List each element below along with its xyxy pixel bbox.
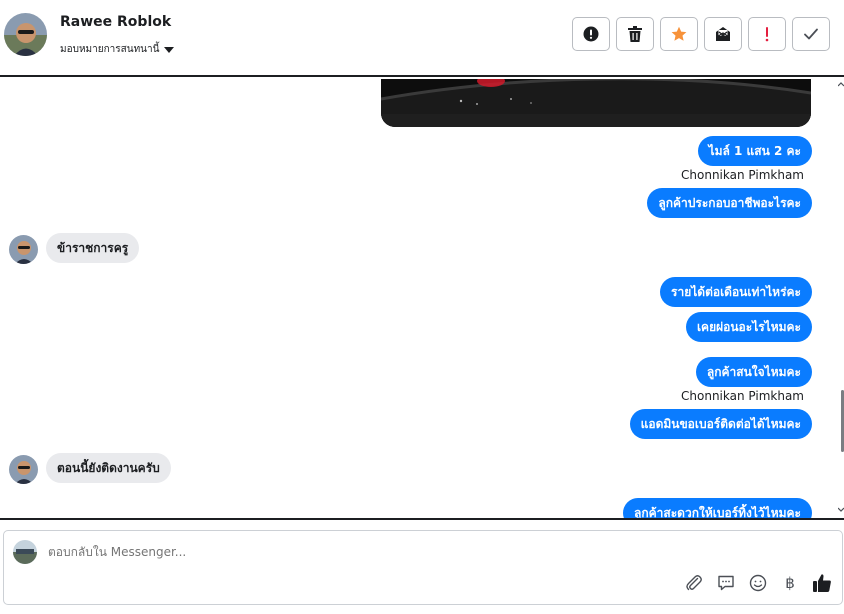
archive-inbox-icon	[716, 27, 730, 41]
star-icon	[671, 26, 687, 41]
baht-icon: ฿	[785, 574, 795, 592]
incoming-message: ข้าราชการครู	[46, 233, 140, 263]
move-to-inbox-button[interactable]	[704, 17, 742, 51]
outgoing-message: เคยผ่อนอะไรไหมคะ	[685, 312, 812, 342]
divider	[0, 518, 844, 520]
contact-avatar-small	[9, 235, 38, 264]
contact-avatar[interactable]	[4, 13, 47, 56]
delete-button[interactable]	[616, 17, 654, 51]
reply-input[interactable]	[48, 545, 648, 559]
outgoing-message: รายได้ต่อเดือนเท่าไหร่คะ	[660, 277, 812, 307]
message-thread[interactable]: ไมล์ 1 แสน 2 คะ Chonnikan Pimkham ลูกค้า…	[0, 79, 838, 518]
contact-name: Rawee Roblok	[60, 14, 172, 30]
image-message[interactable]	[381, 79, 811, 127]
scroll-down-arrow-icon[interactable]	[838, 505, 844, 515]
assign-label: มอบหมายการสนทนานี้	[60, 44, 160, 55]
assign-conversation-dropdown[interactable]: มอบหมายการสนทนานี้	[60, 42, 175, 57]
alert-circle-icon	[583, 26, 599, 42]
payment-button[interactable]: ฿	[780, 573, 800, 593]
paperclip-icon	[686, 575, 702, 591]
attach-file-button[interactable]	[684, 573, 704, 593]
outgoing-message: ลูกค้าสะดวกให้เบอร์ทิ้งไว้ไหมคะ	[623, 498, 812, 518]
mark-spam-button[interactable]	[572, 17, 610, 51]
outgoing-message: ลูกค้าประกอบอาชีพอะไรคะ	[647, 188, 812, 218]
like-button[interactable]	[812, 573, 832, 593]
mark-important-button[interactable]	[748, 17, 786, 51]
mark-done-button[interactable]	[792, 17, 830, 51]
saved-replies-button[interactable]	[716, 573, 736, 593]
checkmark-icon	[804, 28, 818, 40]
speech-bubble-icon	[718, 575, 734, 591]
sender-name: Chonnikan Pimkham	[681, 168, 804, 182]
reply-composer: ฿	[3, 530, 843, 605]
incoming-message: ตอนนี้ยังติดงานครับ	[46, 453, 171, 483]
composer-tools: ฿	[684, 573, 832, 593]
scroll-up-arrow-icon[interactable]	[838, 80, 844, 90]
page-avatar	[13, 540, 37, 564]
star-button[interactable]	[660, 17, 698, 51]
conversation-header: Rawee Roblok มอบหมายการสนทนานี้	[0, 0, 844, 77]
thumbs-up-icon	[813, 574, 831, 592]
emoji-icon	[749, 574, 767, 592]
sender-name: Chonnikan Pimkham	[681, 389, 804, 403]
trash-icon	[628, 26, 642, 42]
caret-down-icon	[164, 46, 175, 53]
contact-avatar-small	[9, 455, 38, 484]
outgoing-message: ไมล์ 1 แสน 2 คะ	[697, 136, 812, 166]
outgoing-message: แอดมินขอเบอร์ติดต่อได้ไหมคะ	[629, 409, 812, 439]
outgoing-message: ลูกค้าสนใจไหมคะ	[695, 357, 812, 387]
emoji-button[interactable]	[748, 573, 768, 593]
header-actions	[572, 17, 830, 51]
exclamation-icon	[765, 27, 769, 42]
